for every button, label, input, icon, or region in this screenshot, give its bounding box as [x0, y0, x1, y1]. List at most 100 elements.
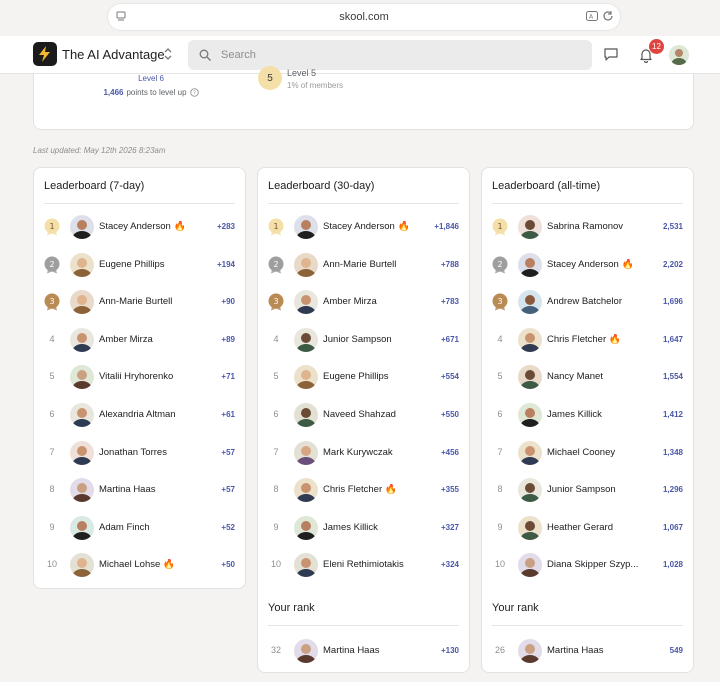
- leaderboard-row[interactable]: 6 Alexandria Altman +61: [34, 396, 245, 434]
- group-logo[interactable]: [33, 42, 57, 66]
- member-avatar[interactable]: [518, 440, 542, 465]
- member-name[interactable]: Sabrina Ramonov: [547, 221, 655, 232]
- member-name[interactable]: Amber Mirza: [99, 334, 207, 345]
- member-name[interactable]: Junior Sampson: [547, 484, 655, 495]
- group-name[interactable]: The AI Advantage: [62, 47, 165, 62]
- leaderboard-row[interactable]: 10 Michael Lohse 🔥 +50: [34, 546, 245, 584]
- member-name[interactable]: Junior Sampson: [323, 334, 431, 345]
- member-name[interactable]: Eugene Phillips: [99, 259, 207, 270]
- member-avatar[interactable]: [294, 252, 318, 277]
- member-avatar[interactable]: [70, 290, 94, 315]
- member-name[interactable]: Mark Kurywczak: [323, 447, 431, 458]
- member-name[interactable]: Martina Haas: [99, 484, 207, 495]
- member-name[interactable]: Adam Finch: [99, 522, 207, 533]
- leaderboard-row[interactable]: 2 Stacey Anderson 🔥 2,202: [482, 246, 693, 284]
- member-name[interactable]: Eleni Rethimiotakis: [323, 559, 431, 570]
- leaderboard-row[interactable]: 2 Eugene Phillips +194: [34, 246, 245, 284]
- browser-url-bar[interactable]: skool.com A: [108, 4, 620, 30]
- member-avatar[interactable]: [518, 365, 542, 390]
- leaderboard-row[interactable]: 5 Nancy Manet 1,554: [482, 358, 693, 396]
- your-rank-row[interactable]: 32 Martina Haas +130: [258, 632, 469, 669]
- member-name[interactable]: Diana Skipper Szyp...: [547, 559, 655, 570]
- member-name[interactable]: Martina Haas: [547, 645, 655, 656]
- member-name[interactable]: Nancy Manet: [547, 371, 655, 382]
- member-avatar[interactable]: [70, 252, 94, 277]
- member-avatar[interactable]: [294, 327, 318, 352]
- leaderboard-row[interactable]: 6 James Killick 1,412: [482, 396, 693, 434]
- help-icon[interactable]: ?: [189, 88, 199, 97]
- member-avatar[interactable]: [294, 290, 318, 315]
- leaderboard-row[interactable]: 3 Amber Mirza +783: [258, 283, 469, 321]
- member-avatar[interactable]: [294, 402, 318, 427]
- member-avatar[interactable]: [518, 290, 542, 315]
- group-switcher-icon[interactable]: [162, 46, 174, 62]
- member-avatar[interactable]: [518, 478, 542, 503]
- leaderboard-row[interactable]: 5 Eugene Phillips +554: [258, 358, 469, 396]
- member-name[interactable]: Eugene Phillips: [323, 371, 431, 382]
- member-avatar[interactable]: [294, 365, 318, 390]
- page-settings-icon[interactable]: [116, 11, 126, 21]
- member-avatar[interactable]: [294, 215, 318, 239]
- translate-icon[interactable]: A: [586, 11, 598, 21]
- member-avatar[interactable]: [70, 553, 94, 578]
- member-avatar[interactable]: [70, 515, 94, 540]
- member-avatar[interactable]: [294, 440, 318, 465]
- search-input[interactable]: Search: [188, 40, 592, 70]
- leaderboard-row[interactable]: 3 Ann-Marie Burtell +90: [34, 283, 245, 321]
- member-name[interactable]: Michael Lohse 🔥: [99, 559, 207, 570]
- member-avatar[interactable]: [518, 327, 542, 352]
- member-avatar[interactable]: [294, 515, 318, 540]
- member-name[interactable]: Naveed Shahzad: [323, 409, 431, 420]
- member-name[interactable]: Stacey Anderson 🔥: [547, 259, 655, 270]
- member-avatar[interactable]: [518, 639, 542, 663]
- member-avatar[interactable]: [70, 365, 94, 390]
- leaderboard-row[interactable]: 5 Vitalii Hryhorenko +71: [34, 358, 245, 396]
- leaderboard-row[interactable]: 10 Eleni Rethimiotakis +324: [258, 546, 469, 584]
- member-name[interactable]: Ann-Marie Burtell: [323, 259, 431, 270]
- leaderboard-row[interactable]: 1 Stacey Anderson 🔥 +283: [34, 208, 245, 246]
- leaderboard-row[interactable]: 4 Chris Fletcher 🔥 1,647: [482, 321, 693, 359]
- leaderboard-row[interactable]: 10 Diana Skipper Szyp... 1,028: [482, 546, 693, 584]
- leaderboard-row[interactable]: 2 Ann-Marie Burtell +788: [258, 246, 469, 284]
- member-avatar[interactable]: [518, 553, 542, 578]
- leaderboard-row[interactable]: 8 Martina Haas +57: [34, 471, 245, 509]
- member-name[interactable]: Alexandria Altman: [99, 409, 207, 420]
- leaderboard-row[interactable]: 9 James Killick +327: [258, 509, 469, 547]
- profile-avatar[interactable]: [669, 45, 689, 65]
- member-avatar[interactable]: [70, 215, 94, 239]
- member-avatar[interactable]: [294, 478, 318, 503]
- member-name[interactable]: James Killick: [323, 522, 431, 533]
- leaderboard-row[interactable]: 1 Sabrina Ramonov 2,531: [482, 208, 693, 246]
- leaderboard-row[interactable]: 7 Jonathan Torres +57: [34, 434, 245, 472]
- member-avatar[interactable]: [518, 215, 542, 239]
- member-name[interactable]: Chris Fletcher 🔥: [323, 484, 431, 495]
- member-avatar[interactable]: [70, 440, 94, 465]
- member-avatar[interactable]: [294, 553, 318, 578]
- member-avatar[interactable]: [70, 478, 94, 503]
- member-name[interactable]: James Killick: [547, 409, 655, 420]
- leaderboard-row[interactable]: 4 Amber Mirza +89: [34, 321, 245, 359]
- member-name[interactable]: Stacey Anderson 🔥: [99, 221, 207, 232]
- leaderboard-row[interactable]: 9 Adam Finch +52: [34, 509, 245, 547]
- chat-icon[interactable]: [603, 47, 619, 62]
- member-name[interactable]: Ann-Marie Burtell: [99, 296, 207, 307]
- leaderboard-row[interactable]: 8 Chris Fletcher 🔥 +355: [258, 471, 469, 509]
- member-avatar[interactable]: [70, 402, 94, 427]
- member-name[interactable]: Chris Fletcher 🔥: [547, 334, 655, 345]
- member-name[interactable]: Andrew Batchelor: [547, 296, 655, 307]
- member-name[interactable]: Michael Cooney: [547, 447, 655, 458]
- leaderboard-row[interactable]: 6 Naveed Shahzad +550: [258, 396, 469, 434]
- member-avatar[interactable]: [518, 402, 542, 427]
- leaderboard-row[interactable]: 7 Michael Cooney 1,348: [482, 434, 693, 472]
- reload-icon[interactable]: [602, 10, 614, 22]
- leaderboard-row[interactable]: 7 Mark Kurywczak +456: [258, 434, 469, 472]
- leaderboard-row[interactable]: 8 Junior Sampson 1,296: [482, 471, 693, 509]
- member-name[interactable]: Vitalii Hryhorenko: [99, 371, 207, 382]
- member-avatar[interactable]: [518, 252, 542, 277]
- member-name[interactable]: Jonathan Torres: [99, 447, 207, 458]
- your-rank-row[interactable]: 26 Martina Haas 549: [482, 632, 693, 669]
- member-name[interactable]: Martina Haas: [323, 645, 431, 656]
- leaderboard-row[interactable]: 9 Heather Gerard 1,067: [482, 509, 693, 547]
- leaderboard-row[interactable]: 1 Stacey Anderson 🔥 +1,846: [258, 208, 469, 246]
- member-avatar[interactable]: [294, 639, 318, 663]
